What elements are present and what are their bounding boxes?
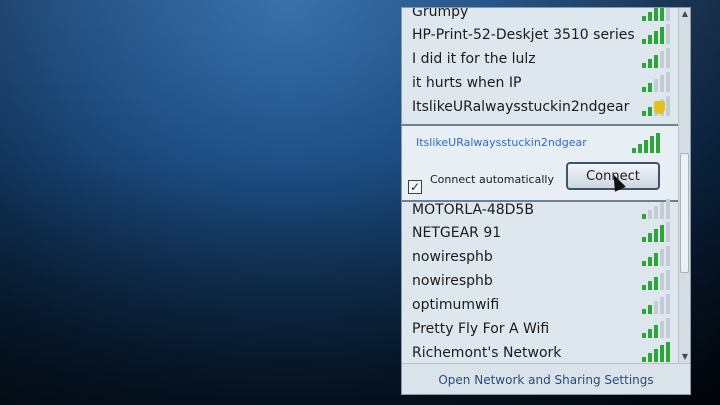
wifi-signal-bars-icon: [640, 48, 670, 69]
network-name: NETGEAR 91: [412, 225, 502, 241]
network-item[interactable]: ItslikeURalwaysstuckin2ndgear: [402, 95, 678, 119]
open-network-settings-link[interactable]: Open Network and Sharing Settings: [438, 373, 653, 387]
network-list-scrollbar[interactable]: ▲ ▼: [678, 8, 690, 363]
network-name: ItslikeURalwaysstuckin2ndgear: [412, 99, 630, 115]
network-name: it hurts when IP: [412, 75, 522, 91]
connect-automatically-checkbox[interactable]: ✓: [408, 180, 422, 194]
network-item[interactable]: nowiresphb: [402, 269, 678, 293]
network-name: optimumwifi: [412, 297, 500, 313]
network-item[interactable]: Grumpy: [402, 8, 678, 24]
flyout-footer: Open Network and Sharing Settings: [402, 363, 690, 394]
network-name: Pretty Fly For A Wifi: [412, 321, 550, 337]
wifi-signal-bars-icon: [640, 342, 670, 363]
network-item[interactable]: optimumwifi: [402, 293, 678, 317]
wifi-signal-bars-icon: [640, 72, 670, 93]
network-item[interactable]: I did it for the lulz: [402, 47, 678, 71]
wifi-signal-bars-icon: [640, 8, 670, 22]
wifi-signal-bars-icon: [640, 246, 670, 267]
wifi-signal-bars-icon: [640, 270, 670, 291]
expanded-network-name: ItslikeURalwaysstuckin2ndgear: [416, 136, 587, 149]
network-item[interactable]: HP-Print-52-Deskjet 3510 series: [402, 23, 678, 47]
network-name: nowiresphb: [412, 273, 493, 289]
network-name: Grumpy: [412, 8, 469, 20]
network-name: HP-Print-52-Deskjet 3510 series: [412, 27, 635, 43]
network-item[interactable]: nowiresphb: [402, 245, 678, 269]
connect-automatically-label: Connect automatically: [430, 173, 554, 186]
wifi-signal-bars-icon: [630, 133, 660, 154]
wifi-signal-bars-icon: [640, 24, 670, 45]
wifi-signal-bars-icon: [640, 199, 670, 220]
network-item[interactable]: MOTORLA-48D5B: [402, 198, 678, 222]
network-item[interactable]: Richemont's Network: [402, 341, 678, 363]
scrollbar-thumb[interactable]: [680, 153, 689, 273]
wifi-signal-bars-icon: [640, 318, 670, 339]
network-item[interactable]: Pretty Fly For A Wifi: [402, 317, 678, 341]
wifi-signal-bars-icon: [640, 222, 670, 243]
scroll-up-arrow-icon[interactable]: ▲: [679, 8, 690, 20]
network-item[interactable]: NETGEAR 91: [402, 221, 678, 245]
wifi-flyout-panel: Grumpy HP-Print-52-Deskjet 3510 series I…: [401, 7, 691, 395]
wifi-signal-bars-icon: [640, 294, 670, 315]
expanded-network-panel: ItslikeURalwaysstuckin2ndgear ✓ Connect …: [402, 124, 678, 202]
network-list: Grumpy HP-Print-52-Deskjet 3510 series I…: [402, 8, 678, 363]
wifi-signal-bars-icon: [640, 96, 670, 117]
network-item[interactable]: it hurts when IP: [402, 71, 678, 95]
network-name: MOTORLA-48D5B: [412, 202, 534, 218]
network-name: Richemont's Network: [412, 345, 562, 361]
network-name: I did it for the lulz: [412, 51, 536, 67]
network-name: nowiresphb: [412, 249, 493, 265]
scroll-down-arrow-icon[interactable]: ▼: [679, 351, 690, 363]
security-shield-icon: [654, 101, 665, 114]
